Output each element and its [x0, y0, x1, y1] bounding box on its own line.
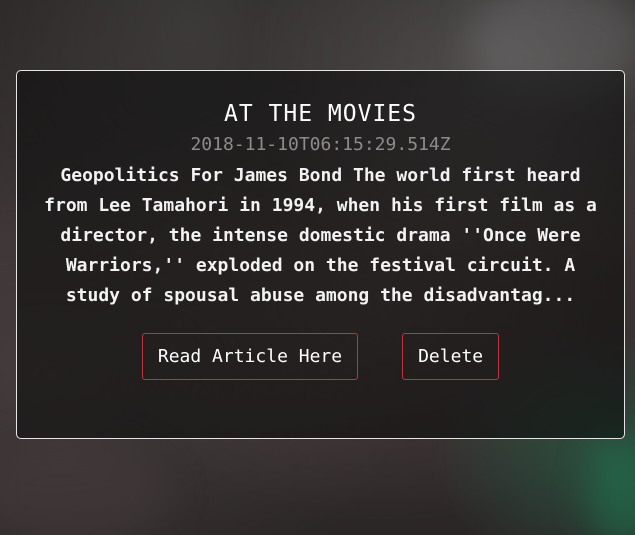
article-card: AT THE MOVIES 2018-11-10T06:15:29.514Z G…: [16, 70, 625, 439]
article-section-title: AT THE MOVIES: [223, 101, 417, 127]
background-blur-shape: [590, 440, 635, 535]
card-actions: Read Article Here Delete: [17, 333, 624, 380]
article-timestamp: 2018-11-10T06:15:29.514Z: [190, 134, 451, 155]
article-snippet: Geopolitics For James Bond The world fir…: [44, 165, 597, 306]
delete-button[interactable]: Delete: [402, 333, 500, 380]
background-blur-shape: [0, 440, 170, 535]
read-article-button[interactable]: Read Article Here: [141, 333, 359, 380]
